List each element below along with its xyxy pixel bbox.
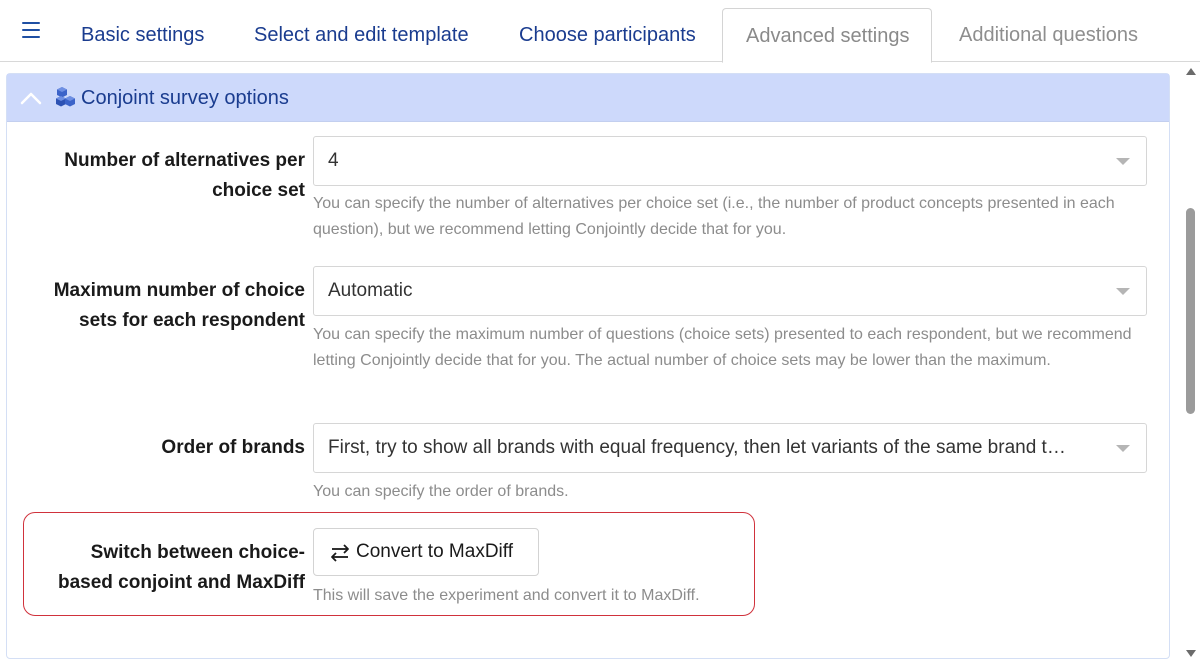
convert-button-label: Convert to MaxDiff xyxy=(356,541,513,562)
switch-label-line2: based conjoint and MaxDiff xyxy=(57,572,305,593)
switch-label-line1: Switch between choice- xyxy=(90,542,305,563)
cubes-icon xyxy=(56,87,75,107)
caret-down-icon xyxy=(1116,158,1130,165)
max-sets-help: You can specify the maximum number of qu… xyxy=(313,326,1132,369)
menu-icon[interactable] xyxy=(20,20,42,40)
alternatives-label-line1: Number of alternatives per xyxy=(64,150,305,171)
scroll-thumb[interactable] xyxy=(1186,208,1195,414)
convert-to-maxdiff-button[interactable]: Convert to MaxDiff xyxy=(313,528,539,576)
alternatives-value: 4 xyxy=(328,150,339,171)
conjoint-options-panel: Conjoint survey options Number of altern… xyxy=(6,73,1170,659)
vertical-scrollbar[interactable] xyxy=(1182,62,1200,668)
max-sets-select[interactable]: Automatic xyxy=(313,266,1147,316)
scroll-up-arrow-icon[interactable] xyxy=(1186,68,1196,75)
max-sets-label-line1: Maximum number of choice xyxy=(53,280,305,301)
max-sets-label: Maximum number of choice sets for each r… xyxy=(7,276,305,336)
order-brands-label-text: Order of brands xyxy=(161,437,305,458)
order-brands-value: First, try to show all brands with equal… xyxy=(328,437,1066,458)
switch-label: Switch between choice- based conjoint an… xyxy=(7,538,305,598)
order-brands-select[interactable]: First, try to show all brands with equal… xyxy=(313,423,1147,473)
alternatives-label: Number of alternatives per choice set xyxy=(7,146,305,206)
swap-arrows-icon xyxy=(331,544,349,562)
order-brands-help: You can specify the order of brands. xyxy=(313,483,569,500)
alternatives-select[interactable]: 4 xyxy=(313,136,1147,186)
max-sets-label-line2: sets for each respondent xyxy=(79,310,305,331)
tab-choose-participants[interactable]: Choose participants xyxy=(507,8,708,62)
caret-down-icon xyxy=(1116,445,1130,452)
scroll-down-arrow-icon[interactable] xyxy=(1186,650,1196,657)
caret-down-icon xyxy=(1116,288,1130,295)
alternatives-help: You can specify the number of alternativ… xyxy=(313,195,1115,238)
max-sets-value: Automatic xyxy=(328,280,413,301)
chevron-up-icon[interactable] xyxy=(19,88,43,108)
tab-select-edit-template[interactable]: Select and edit template xyxy=(242,8,481,62)
panel-title: Conjoint survey options xyxy=(81,87,289,109)
panel-header[interactable]: Conjoint survey options xyxy=(7,74,1169,122)
tab-basic-settings[interactable]: Basic settings xyxy=(69,8,216,62)
alternatives-label-line2: choice set xyxy=(212,180,305,201)
tab-bar: Basic settings Select and edit template … xyxy=(0,0,1200,63)
order-brands-label: Order of brands xyxy=(7,433,305,463)
tab-additional-questions[interactable]: Additional questions xyxy=(947,8,1150,62)
switch-help: This will save the experiment and conver… xyxy=(313,587,700,604)
tab-advanced-settings[interactable]: Advanced settings xyxy=(722,8,932,63)
